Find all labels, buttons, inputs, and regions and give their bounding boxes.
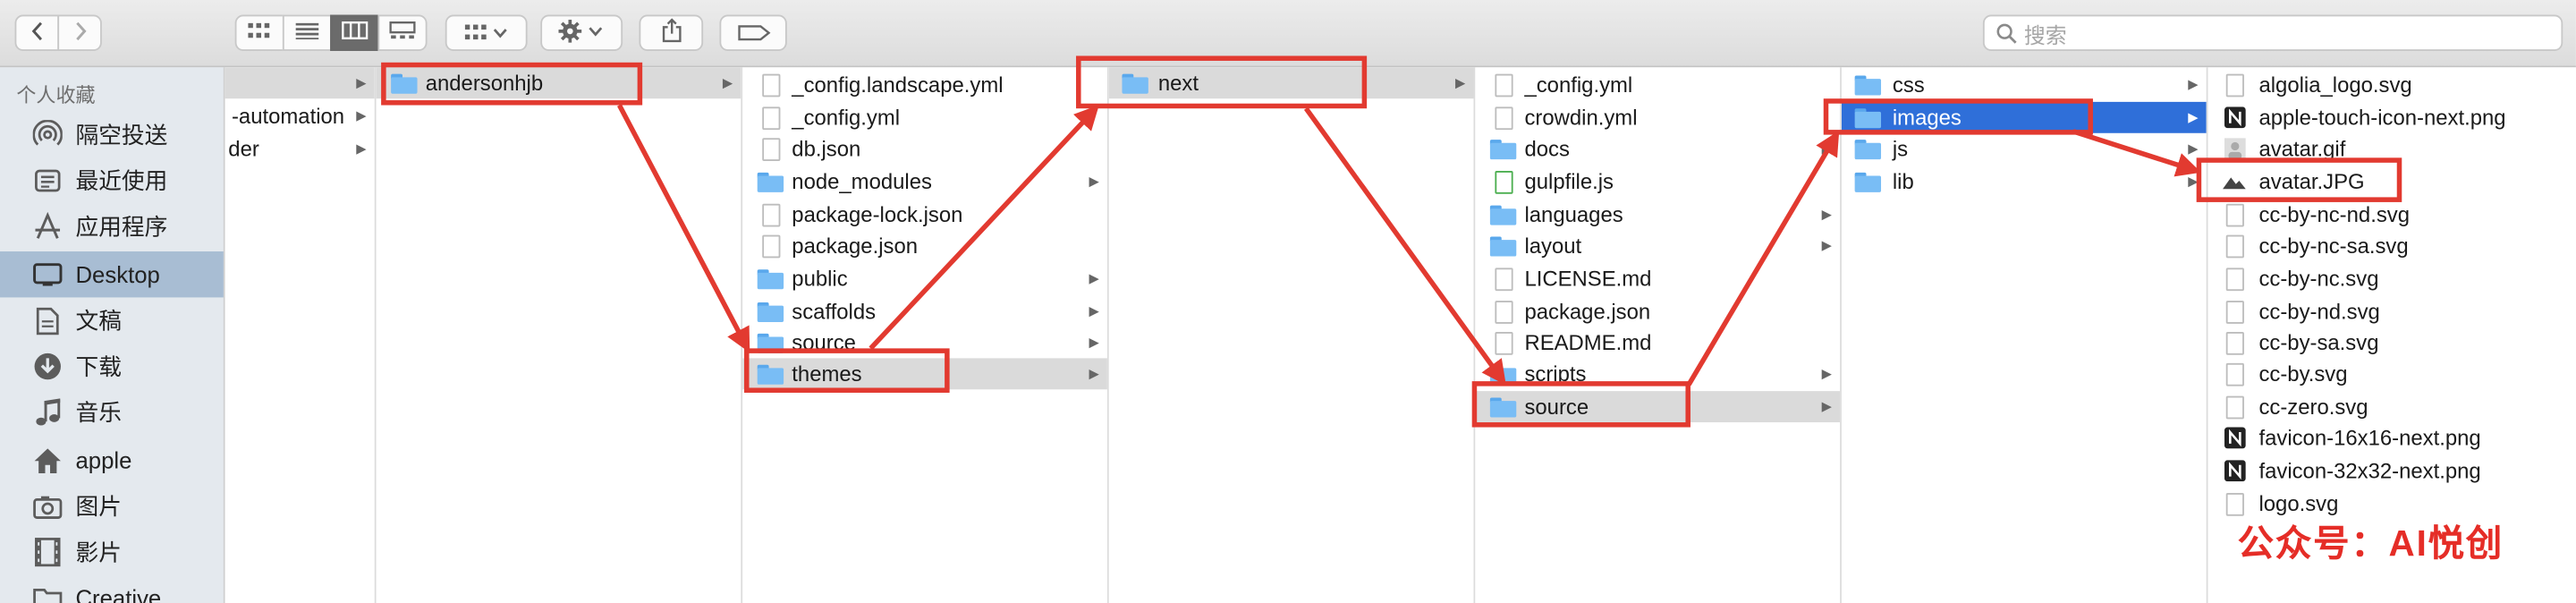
annotation-arrow (1686, 130, 1840, 386)
annotation-arrow (869, 105, 1099, 351)
annotation-arrow (616, 104, 750, 353)
finder-window: 搜索 个人收藏 隔空投送 最近使用 应用程序 Desktop 文稿 下载 音乐 … (0, 0, 2576, 603)
watermark-text: 公众号：AI悦创 (2237, 522, 2504, 564)
annotation-arrow (2072, 129, 2201, 177)
annotation-arrow (1303, 106, 1506, 386)
annotation-arrows (616, 104, 2201, 386)
